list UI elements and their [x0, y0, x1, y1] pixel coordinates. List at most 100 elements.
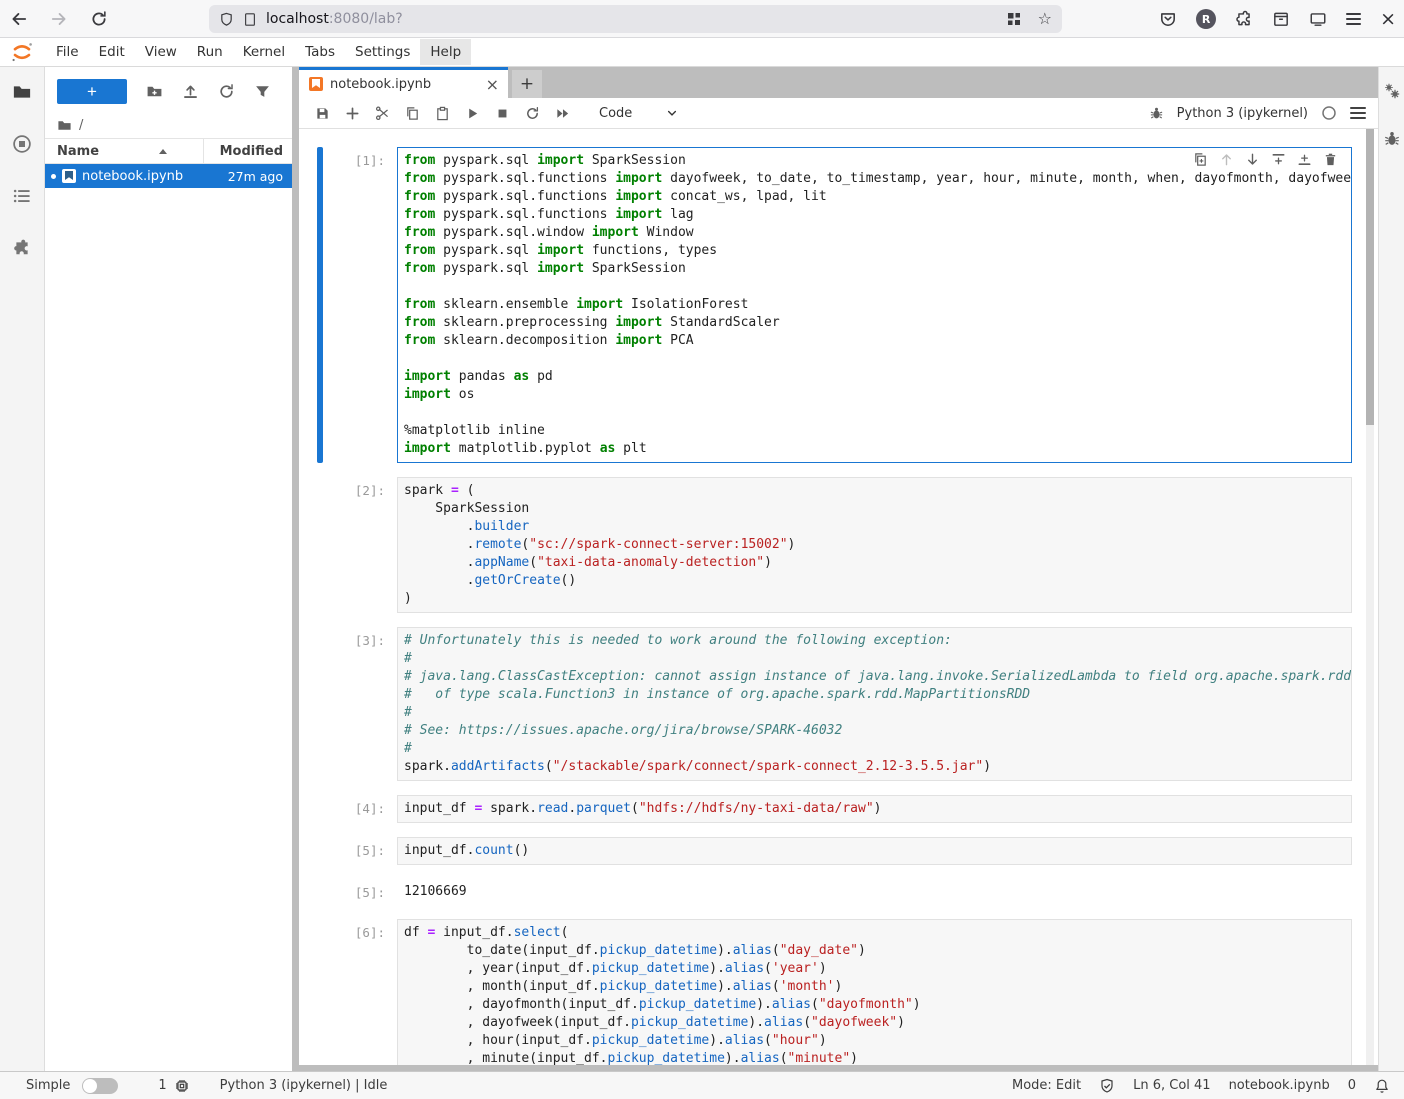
extension-manager-icon[interactable] [12, 238, 32, 258]
file-row-selected[interactable]: notebook.ipynb 27m ago [45, 164, 292, 188]
stop-icon[interactable] [495, 106, 510, 121]
cell-collapser[interactable] [317, 795, 323, 823]
add-cell-icon[interactable] [345, 106, 360, 121]
new-folder-icon[interactable] [146, 83, 163, 100]
notebook-scrollbar[interactable] [1366, 129, 1374, 1065]
cursor-position[interactable]: Ln 6, Col 41 [1133, 1078, 1210, 1093]
simple-mode-toggle[interactable] [82, 1078, 118, 1094]
screen-share-icon[interactable] [1309, 10, 1327, 28]
window-close-icon[interactable]: × [1380, 10, 1396, 29]
breadcrumb-root[interactable]: / [79, 118, 83, 133]
code-cell[interactable]: [4]:input_df = spark.read.parquet("hdfs:… [317, 795, 1352, 823]
back-icon[interactable] [10, 10, 28, 28]
menu-settings[interactable]: Settings [345, 39, 420, 65]
table-of-contents-icon[interactable] [12, 186, 32, 206]
cell-collapser[interactable] [317, 919, 323, 1065]
shield-icon[interactable] [219, 12, 234, 27]
toggle-knob [83, 1079, 97, 1093]
trusted-shield-icon[interactable] [1099, 1078, 1115, 1094]
main-area: + / Name Modified notebook.ipynb 27m ago [0, 67, 1404, 1071]
kernel-sessions-indicator[interactable]: 1 [158, 1078, 189, 1094]
move-cell-down-icon[interactable] [1245, 152, 1260, 167]
browser-menu-icon[interactable] [1346, 13, 1361, 25]
library-icon[interactable] [1272, 10, 1290, 28]
property-inspector-gears-icon[interactable] [1383, 82, 1401, 100]
kernel-status-idle-icon[interactable] [1321, 105, 1337, 121]
column-header-modified[interactable]: Modified [204, 144, 292, 159]
insert-cell-above-icon[interactable] [1271, 152, 1286, 167]
extensions-puzzle-icon[interactable] [1235, 10, 1253, 28]
page-icon[interactable] [243, 12, 257, 27]
run-icon[interactable] [465, 106, 480, 121]
url-bar[interactable]: localhost:8080/lab? ☆ [209, 5, 1062, 33]
bookmark-star-icon[interactable]: ☆ [1038, 11, 1052, 27]
sort-ascending-icon [159, 149, 167, 154]
menu-tabs[interactable]: Tabs [295, 39, 345, 65]
code-cell[interactable]: [6]:df = input_df.select( to_date(input_… [317, 919, 1352, 1065]
forward-icon[interactable] [50, 10, 68, 28]
delete-cell-icon[interactable] [1323, 152, 1338, 167]
breadcrumb[interactable]: / [45, 112, 292, 139]
url-text[interactable]: localhost:8080/lab? [266, 11, 403, 27]
cell-type-dropdown[interactable]: Code [599, 106, 678, 121]
account-avatar[interactable]: R [1196, 9, 1216, 29]
code-cell[interactable]: [2]:spark = ( SparkSession .builder .rem… [317, 477, 1352, 613]
code-editor[interactable]: input_df = spark.read.parquet("hdfs://hd… [397, 795, 1352, 823]
menu-view[interactable]: View [135, 39, 187, 65]
kernel-name[interactable]: Python 3 (ipykernel) [1177, 106, 1308, 121]
duplicate-cell-icon[interactable] [1193, 152, 1208, 167]
restart-run-all-icon[interactable] [555, 106, 570, 121]
menu-run[interactable]: Run [187, 39, 233, 65]
code-editor[interactable]: # Unfortunately this is needed to work a… [397, 627, 1352, 781]
containers-grid-icon[interactable] [1006, 11, 1022, 27]
menu-edit[interactable]: Edit [89, 39, 135, 65]
notebook-scroll-area[interactable]: [1]:from pyspark.sql import SparkSession… [299, 129, 1378, 1065]
move-cell-up-icon[interactable] [1219, 152, 1234, 167]
notebook-menu-icon[interactable] [1350, 107, 1366, 119]
menu-kernel[interactable]: Kernel [233, 39, 295, 65]
running-sessions-icon[interactable] [12, 134, 32, 154]
filter-icon[interactable] [254, 83, 271, 100]
tab-close-icon[interactable]: × [486, 75, 499, 94]
cell-collapser[interactable] [317, 147, 323, 463]
code-cell[interactable]: [3]:# Unfortunately this is needed to wo… [317, 627, 1352, 781]
scrollbar-thumb[interactable] [1366, 129, 1374, 425]
code-cell[interactable]: [5]:input_df.count() [317, 837, 1352, 865]
new-launcher-button[interactable]: + [57, 79, 127, 104]
file-browser-tab-icon[interactable] [12, 82, 32, 102]
menu-help[interactable]: Help [420, 39, 471, 65]
notifications-bell-icon[interactable] [1374, 1078, 1390, 1094]
notification-count[interactable]: 0 [1348, 1078, 1356, 1093]
pocket-icon[interactable] [1159, 10, 1177, 28]
restart-kernel-icon[interactable] [525, 106, 540, 121]
home-folder-icon[interactable] [57, 118, 72, 133]
refresh-icon[interactable] [218, 83, 235, 100]
command-mode-indicator[interactable]: Mode: Edit [1012, 1078, 1081, 1093]
menu-file[interactable]: File [46, 39, 89, 65]
reload-icon[interactable] [90, 10, 108, 28]
kernel-status-text[interactable]: Python 3 (ipykernel) | Idle [220, 1078, 388, 1093]
cut-icon[interactable] [375, 106, 390, 121]
new-tab-button[interactable]: + [512, 70, 542, 98]
file-name[interactable]: notebook.ipynb [82, 169, 222, 184]
code-cell[interactable]: [1]:from pyspark.sql import SparkSession… [317, 147, 1352, 463]
debugger-sidebar-bug-icon[interactable] [1383, 130, 1401, 148]
debugger-bug-icon[interactable] [1149, 106, 1164, 121]
save-icon[interactable] [315, 106, 330, 121]
insert-cell-below-icon[interactable] [1297, 152, 1312, 167]
column-header-name[interactable]: Name [45, 144, 203, 159]
cell-collapser[interactable] [317, 477, 323, 613]
cell-collapser[interactable] [317, 879, 323, 905]
cell-output[interactable]: [5]:12106669 [317, 879, 1352, 905]
code-editor[interactable]: df = input_df.select( to_date(input_df.p… [397, 919, 1352, 1065]
cell-collapser[interactable] [317, 837, 323, 865]
copy-icon[interactable] [405, 106, 420, 121]
upload-icon[interactable] [182, 83, 199, 100]
code-editor[interactable]: from pyspark.sql import SparkSessionfrom… [397, 147, 1352, 463]
paste-icon[interactable] [435, 106, 450, 121]
cell-collapser[interactable] [317, 627, 323, 781]
tab-notebook[interactable]: notebook.ipynb × [299, 67, 508, 98]
url-host: localhost [266, 11, 329, 27]
code-editor[interactable]: spark = ( SparkSession .builder .remote(… [397, 477, 1352, 613]
code-editor[interactable]: input_df.count() [397, 837, 1352, 865]
